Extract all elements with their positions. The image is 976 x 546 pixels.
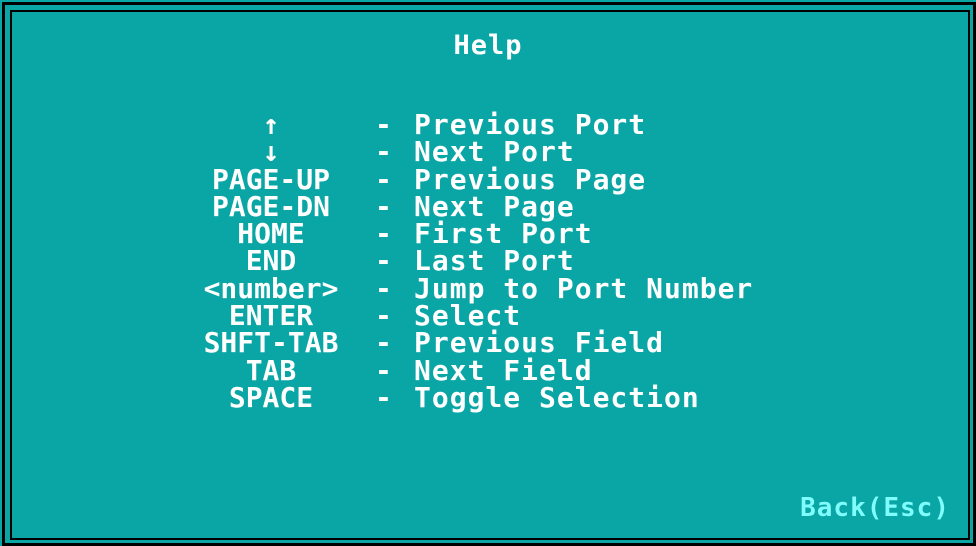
key-description: Jump to Port Number	[414, 271, 754, 305]
help-row-previous-page: PAGE-UP - Previous Page	[0, 162, 976, 196]
key-page-dn: PAGE-DN	[211, 189, 330, 223]
key-description: Previous Page	[414, 162, 647, 196]
help-row-last-port: END - Last Port	[0, 244, 976, 278]
separator: -	[375, 162, 392, 196]
separator: -	[375, 244, 392, 278]
key-down-arrow: ↓	[262, 135, 280, 169]
help-row-previous-port: ↑ - Previous Port	[0, 108, 976, 141]
key-description: First Port	[414, 217, 593, 251]
key-description: Previous Port	[414, 108, 647, 141]
key-description: Last Port	[414, 244, 575, 278]
separator: -	[375, 326, 392, 360]
key-page-up: PAGE-UP	[211, 162, 330, 196]
separator: -	[375, 135, 392, 169]
key-up-arrow: ↑	[262, 108, 280, 141]
back-button[interactable]: Back(Esc)	[800, 493, 950, 523]
key-description: Next Port	[414, 135, 575, 169]
help-row-next-page: PAGE-DN - Next Page	[0, 189, 976, 223]
key-description: Toggle Selection	[414, 380, 700, 414]
help-screen: Help ↑ - Previous Port ↓ - Next Port PAG…	[0, 0, 976, 546]
help-row-previous-field: SHFT-TAB - Previous Field	[0, 326, 976, 360]
key-tab: TAB	[245, 353, 297, 387]
key-shift-tab: SHFT-TAB	[203, 326, 339, 360]
key-number: <number>	[203, 271, 339, 305]
separator: -	[375, 271, 392, 305]
help-row-next-port: ↓ - Next Port	[0, 135, 976, 169]
page-title: Help	[453, 30, 523, 61]
help-row-select: ENTER - Select	[0, 299, 976, 333]
separator: -	[375, 353, 392, 387]
separator: -	[375, 189, 392, 223]
separator: -	[375, 380, 392, 414]
key-description: Previous Field	[414, 326, 665, 360]
help-row-jump-to-port: <number> - Jump to Port Number	[0, 271, 976, 305]
key-space: SPACE	[228, 380, 314, 414]
key-home: HOME	[237, 217, 305, 251]
help-row-next-field: TAB - Next Field	[0, 353, 976, 387]
key-description: Select	[414, 299, 522, 333]
key-description: Next Page	[414, 189, 575, 223]
key-help-list: ↑ - Previous Port ↓ - Next Port PAGE-UP …	[0, 108, 976, 414]
help-row-toggle-selection: SPACE - Toggle Selection	[0, 380, 976, 414]
help-row-first-port: HOME - First Port	[0, 217, 976, 251]
separator: -	[375, 108, 392, 141]
separator: -	[375, 217, 392, 251]
key-enter: ENTER	[228, 299, 314, 333]
key-description: Next Field	[414, 353, 593, 387]
separator: -	[375, 299, 392, 333]
key-end: END	[245, 244, 297, 278]
